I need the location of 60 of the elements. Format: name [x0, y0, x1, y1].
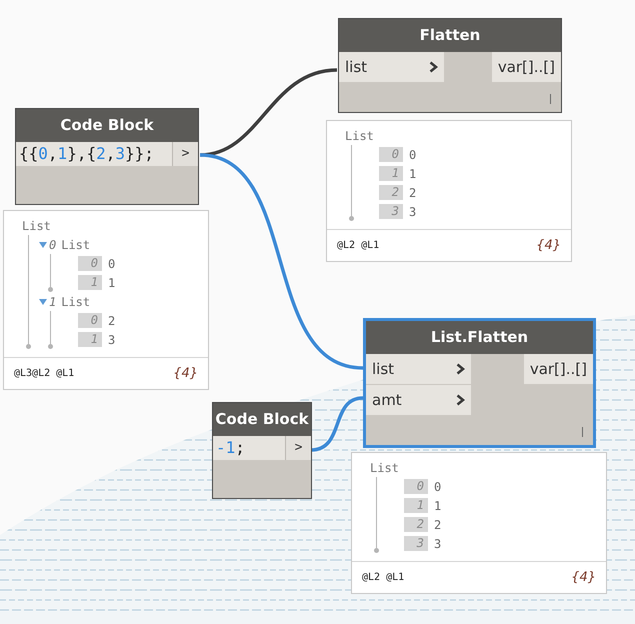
list-label: List: [61, 236, 90, 254]
index-label: 0: [78, 256, 102, 271]
input-port[interactable]: list: [366, 354, 471, 384]
output-port[interactable]: >: [285, 436, 311, 460]
list-value: 0: [108, 256, 116, 272]
input-port[interactable]: list: [339, 52, 444, 82]
list-value: 2: [409, 184, 416, 202]
index-label: 3: [379, 204, 403, 219]
index-label: 1: [404, 498, 428, 513]
output-port[interactable]: var[]..[]: [524, 354, 593, 384]
list-value: 1: [409, 166, 416, 182]
list-label: List: [22, 218, 52, 235]
index-label: 2: [379, 185, 403, 200]
index-label: 1: [49, 294, 56, 310]
code-block-node[interactable]: Code Block -1; >: [212, 402, 312, 499]
list-value: 1: [434, 498, 442, 514]
index-label: 0: [49, 236, 56, 254]
list-label: List: [61, 294, 90, 310]
expand-caret-icon[interactable]: [38, 240, 48, 248]
item-count: {4}: [571, 568, 596, 587]
level-labels: @L3@L2 @L1: [14, 367, 74, 381]
function-node[interactable]: List.Flatten list amt var[]..[]: [363, 318, 596, 448]
item-count: {4}: [173, 364, 198, 383]
chevron-icon: [456, 363, 465, 375]
node-title[interactable]: Flatten: [339, 19, 561, 52]
index-label: 0: [379, 147, 403, 162]
index-label: 1: [379, 166, 403, 181]
wire: [310, 396, 364, 452]
list-value: 3: [434, 536, 442, 552]
index-label: 3: [404, 536, 428, 551]
expand-caret-icon[interactable]: [38, 298, 48, 306]
list-label: List: [370, 460, 400, 477]
list-value: 2: [434, 516, 442, 534]
function-node[interactable]: Flatten list var[]..[]: [338, 18, 562, 113]
input-port[interactable]: amt: [366, 385, 471, 415]
list-value: 2: [108, 312, 116, 330]
chevron-icon: [456, 394, 465, 406]
list-value: 0: [434, 478, 442, 496]
list-value: 0: [409, 146, 416, 164]
code-text[interactable]: {{0,1},{2,3}};: [16, 142, 172, 166]
list-value: 3: [409, 204, 416, 220]
list-value: 3: [108, 332, 116, 348]
index-label: 0: [78, 313, 102, 328]
index-label: 1: [78, 275, 102, 290]
node-title[interactable]: Code Block: [213, 403, 311, 436]
code-text[interactable]: -1;: [213, 436, 285, 460]
list-value: 1: [108, 274, 116, 292]
level-labels: @L2 @L1: [362, 571, 404, 585]
node-title[interactable]: Code Block: [16, 109, 198, 142]
chevron-icon: [429, 61, 438, 73]
index-label: 2: [404, 517, 428, 532]
index-label: 0: [404, 479, 428, 494]
item-count: {4}: [536, 236, 561, 255]
node-title[interactable]: List.Flatten: [366, 321, 593, 354]
output-port[interactable]: >: [172, 142, 198, 166]
list-label: List: [345, 128, 375, 145]
level-labels: @L2 @L1: [337, 239, 380, 253]
output-port[interactable]: var[]..[]: [492, 52, 561, 82]
code-block-node[interactable]: Code Block {{0,1},{2,3}}; >: [15, 108, 199, 205]
index-label: 1: [78, 332, 102, 347]
